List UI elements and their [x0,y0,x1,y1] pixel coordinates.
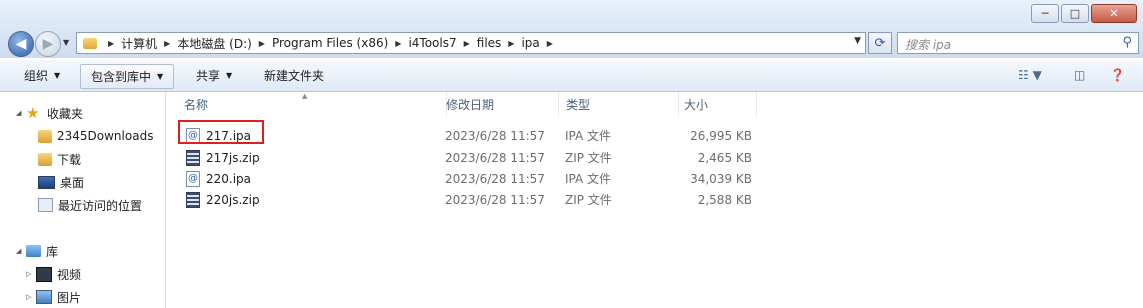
file-row[interactable]: 217.ipa 2023/6/28 11:57 IPA 文件 26,995 KB [176,125,776,146]
command-toolbar: 组织 ▼ 包含到库中 ▼ 共享 ▼ 新建文件夹 ☷ ▼ ◫ ❓ [0,60,1143,92]
expand-arrow-icon[interactable]: ◢ [16,247,26,255]
video-library-icon [36,266,52,282]
chevron-right-icon[interactable]: ▶ [395,39,401,48]
folder-icon [83,37,97,49]
address-dropdown-icon[interactable]: ▼ [854,36,861,46]
refresh-button[interactable]: ⟳ [868,32,892,54]
collapse-arrow-icon[interactable]: ▷ [26,270,36,278]
downloads-folder-icon [38,152,52,166]
file-date-cell: 2023/6/28 11:57 [445,171,545,186]
minimize-button[interactable]: ─ [1031,4,1059,23]
chevron-right-icon[interactable]: ▶ [508,39,514,48]
recent-pages-dropdown[interactable]: ▼ [63,38,69,47]
breadcrumb-program-files[interactable]: Program Files (x86) [272,36,388,50]
chevron-down-icon: ▼ [54,71,61,80]
forward-button[interactable]: ▶ [35,31,61,57]
expand-arrow-icon[interactable]: ◢ [16,109,26,117]
chevron-right-icon[interactable]: ▶ [259,39,265,48]
star-icon: ★ [26,104,40,122]
preview-pane-icon[interactable]: ◫ [1074,68,1085,82]
library-icon [26,245,41,257]
breadcrumb: ▶ 计算机 ▶ 本地磁盘 (D:) ▶ Program Files (x86) … [101,35,560,52]
pictures-library-icon [36,290,52,304]
collapse-arrow-icon[interactable]: ▷ [26,293,36,301]
file-type-cell: IPA 文件 [565,129,612,143]
file-size-cell: 26,995 KB [690,128,752,143]
file-type-cell: IPA 文件 [565,172,612,186]
sidebar-item-2345downloads[interactable]: 2345Downloads [38,126,153,146]
breadcrumb-files[interactable]: files [477,36,502,50]
sidebar-item-favorites[interactable]: ◢ ★ 收藏夹 [16,103,83,123]
desktop-icon [38,175,55,189]
help-icon[interactable]: ❓ [1110,68,1125,82]
file-date-cell: 2023/6/28 11:57 [445,128,545,143]
sidebar-item-videos[interactable]: ▷ 视频 [26,264,81,284]
breadcrumb-i4tools7[interactable]: i4Tools7 [408,36,456,50]
sidebar-item-pictures[interactable]: ▷ 图片 [26,287,81,307]
file-name-cell[interactable]: 217js.zip [186,147,260,168]
title-bar: ─ □ ✕ [0,0,1143,28]
navigation-bar: ◀ ▶ ▼ ▶ 计算机 ▶ 本地磁盘 (D:) ▶ Program Files … [0,28,1143,58]
zip-file-icon [186,149,200,166]
maximize-button[interactable]: □ [1061,4,1089,23]
window-controls: ─ □ ✕ [1031,4,1137,23]
file-type-cell: ZIP 文件 [565,193,612,207]
file-type-cell: ZIP 文件 [565,151,612,165]
column-header-date[interactable]: 修改日期 [438,92,559,116]
search-input[interactable]: 搜索 ipa ⚲ [897,32,1139,54]
chevron-down-icon: ▼ [226,71,233,80]
file-row[interactable]: 220js.zip 2023/6/28 11:57 ZIP 文件 2,588 K… [176,189,776,210]
chevron-down-icon: ▼ [157,72,164,81]
file-size-cell: 34,039 KB [690,171,752,186]
search-icon[interactable]: ⚲ [1122,35,1132,50]
sidebar-item-recent-places[interactable]: 最近访问的位置 [38,195,142,215]
breadcrumb-ipa[interactable]: ipa [521,36,539,50]
file-size-cell: 2,465 KB [697,150,752,165]
highlight-box [178,120,264,144]
file-date-cell: 2023/6/28 11:57 [445,150,545,165]
search-placeholder: 搜索 ipa [905,38,952,52]
close-button[interactable]: ✕ [1091,4,1137,23]
breadcrumb-local-disk[interactable]: 本地磁盘 (D:) [177,35,251,52]
column-header-name[interactable]: 名称 [176,92,447,116]
file-row[interactable]: 220.ipa 2023/6/28 11:57 IPA 文件 34,039 KB [176,168,776,189]
column-header-size[interactable]: 大小 [678,92,757,116]
recent-places-icon [38,198,53,212]
share-button[interactable]: 共享 ▼ [186,64,242,87]
breadcrumb-computer[interactable]: 计算机 [121,35,157,52]
new-folder-button[interactable]: 新建文件夹 [254,64,334,87]
back-button[interactable]: ◀ [8,31,34,57]
file-row[interactable]: 217js.zip 2023/6/28 11:57 ZIP 文件 2,465 K… [176,147,776,168]
refresh-icon: ⟳ [874,35,886,51]
file-date-cell: 2023/6/28 11:57 [445,192,545,207]
file-name-cell[interactable]: 220.ipa [186,168,251,189]
folder-icon [38,129,52,143]
include-in-library-button[interactable]: 包含到库中 ▼ [80,64,175,89]
column-header-type[interactable]: 类型 [558,92,679,116]
file-name-cell[interactable]: 220js.zip [186,189,260,210]
navigation-pane: ◢ ★ 收藏夹 2345Downloads 下载 桌面 最近访问的位置 ◢ 库 … [0,92,166,308]
address-bar[interactable]: ▶ 计算机 ▶ 本地磁盘 (D:) ▶ Program Files (x86) … [76,32,866,54]
chevron-right-icon[interactable]: ▶ [464,39,470,48]
file-size-cell: 2,588 KB [697,192,752,207]
zip-file-icon [186,191,200,208]
sidebar-item-libraries[interactable]: ◢ 库 [16,241,58,261]
chevron-right-icon[interactable]: ▶ [164,39,170,48]
view-options-icon[interactable]: ☷ ▼ [1018,68,1042,82]
sidebar-item-downloads[interactable]: 下载 [38,149,81,169]
ipa-file-icon [186,170,200,187]
chevron-right-icon[interactable]: ▶ [108,39,114,48]
organize-button[interactable]: 组织 ▼ [14,64,70,87]
chevron-right-icon[interactable]: ▶ [547,39,553,48]
sidebar-item-desktop[interactable]: 桌面 [38,172,84,192]
